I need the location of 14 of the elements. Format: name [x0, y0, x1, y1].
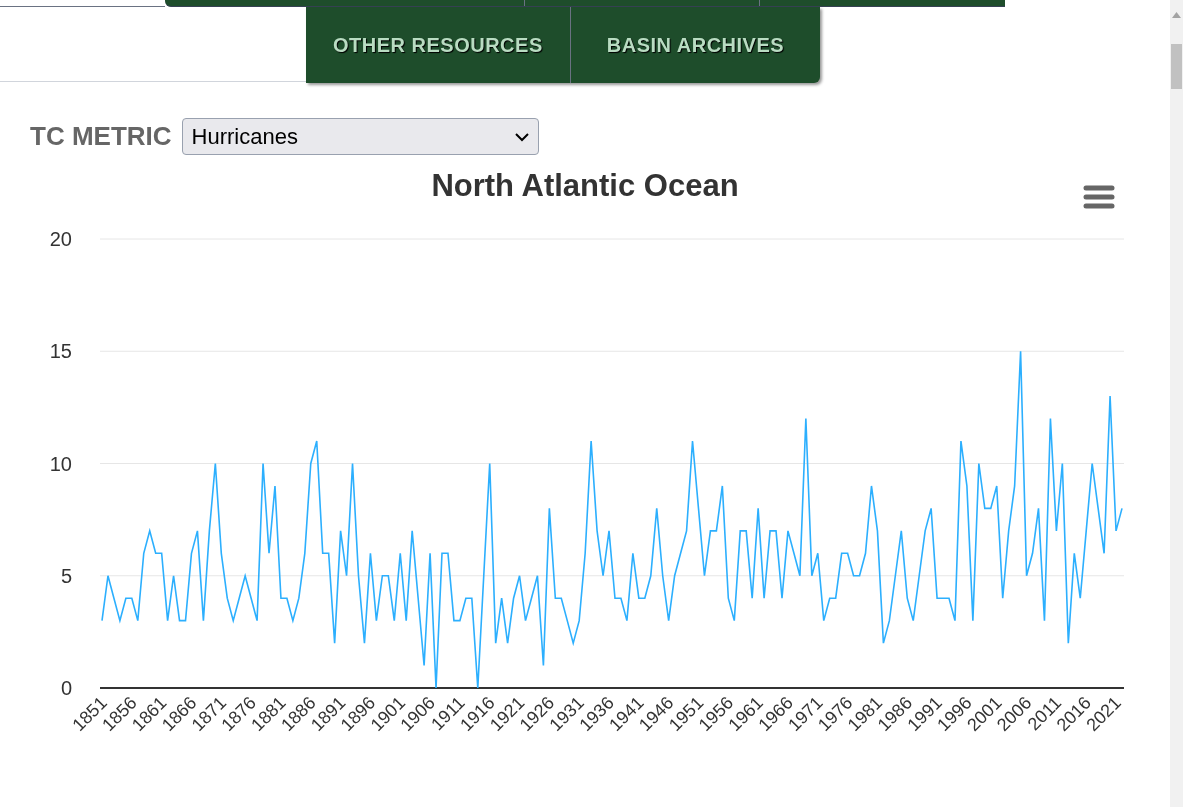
axis-label: 0: [60, 677, 72, 699]
nav-tab[interactable]: BASIN ARCHIVES: [570, 7, 821, 83]
nav-tab[interactable]: OTHER RESOURCES: [306, 7, 571, 83]
axis-label: 10: [49, 452, 72, 475]
axis-label: 5: [60, 564, 72, 587]
scrollbar-thumb[interactable]: [1171, 44, 1182, 89]
metric-label: TC METRIC: [30, 120, 172, 153]
metric-select[interactable]: Hurricanes: [181, 118, 539, 155]
chart-title: North Atlantic Ocean: [431, 168, 739, 203]
scroll-up-icon: [1172, 12, 1181, 18]
axis-label: 15: [49, 340, 72, 363]
menu-icon: [1083, 185, 1115, 209]
axis-label: 20: [49, 228, 72, 250]
chevron-down-icon: [514, 131, 529, 142]
